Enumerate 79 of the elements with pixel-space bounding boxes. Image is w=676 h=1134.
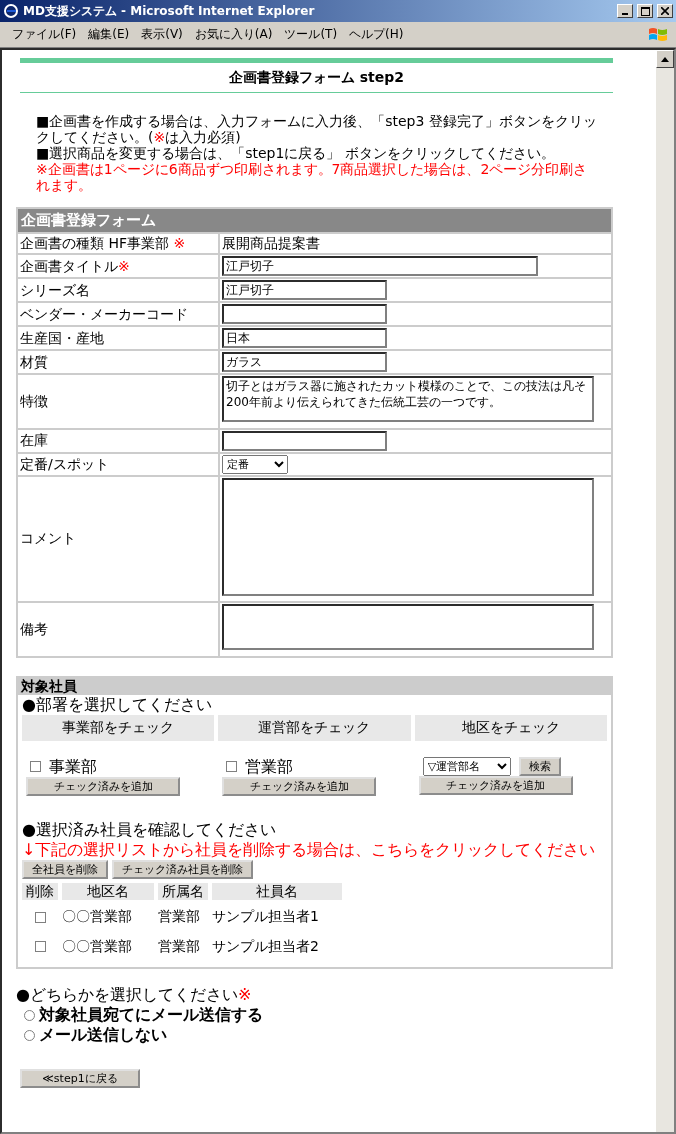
menu-item[interactable]: お気に入り(A) [194, 27, 273, 42]
field-label: 生産国・産地 [20, 329, 104, 346]
add-checked-button[interactable]: チェック済みを追加 [418, 775, 573, 795]
option-label: 営業部 [245, 756, 294, 777]
group-heading: 運営部をチェック [218, 715, 411, 741]
field-label: シリーズ名 [20, 281, 90, 298]
prompt-text: ●選択済み社員を確認してください [21, 819, 277, 840]
text-field[interactable]: 江戸切子 [222, 256, 538, 277]
checkbox[interactable] [34, 911, 46, 923]
text-field[interactable]: 日本 [222, 328, 387, 349]
field-label: ベンダー・メーカーコード [20, 305, 188, 322]
text-area[interactable]: 切子とはガラス器に施されたカット模様のことで、この技法は凡そ200年前より伝えられてきた伝統工芸の一つです。 [222, 376, 594, 423]
search-button[interactable]: 検索 [518, 756, 561, 776]
menu-item[interactable]: 編集(E) [88, 27, 130, 42]
field-label: 特徴 [20, 392, 48, 409]
group-heading: 事業部をチェック [22, 715, 215, 741]
text-area[interactable] [222, 604, 594, 651]
text-field[interactable]: ガラス [222, 352, 387, 373]
column-header: 地区名 [62, 882, 154, 901]
group-heading: 地区をチェック [414, 715, 607, 741]
dropdown[interactable]: ▽運営部名 [422, 756, 511, 776]
table-cell-text: 営業部 [158, 936, 201, 956]
instruction-text: ■企画書を作成する場合は、入力フォームに入力後、「step3 登録完了」ボタンをクリックしてください。(※は入力必須) [36, 112, 598, 145]
table-cell-text: サンプル担当者1 [212, 907, 320, 927]
table-cell-text: 営業部 [158, 907, 201, 927]
prompt-text: ●部署を選択してください [21, 695, 213, 716]
field-value: 展開商品提案書 [222, 234, 320, 251]
checkbox[interactable] [34, 941, 46, 953]
field-label: 備考 [20, 620, 48, 637]
menu-item[interactable]: 表示(V) [141, 27, 183, 42]
table-cell-text: 〇〇営業部 [62, 907, 133, 927]
option-label: 事業部 [49, 756, 97, 777]
close-icon [661, 7, 669, 15]
field-label: 定番/スポット [20, 455, 109, 472]
menu-item[interactable]: ツール(T) [284, 27, 338, 42]
instruction-text: ■選択商品を変更する場合は、「step1に戻る」 ボタンをクリックしてください。 [36, 144, 556, 161]
field-label: 企画書タイトル※ [20, 257, 130, 274]
browser-icon [3, 3, 19, 19]
column-header: 削除 [22, 882, 58, 901]
close-button[interactable] [657, 4, 673, 18]
menu-item[interactable]: ヘルプ(H) [349, 27, 404, 42]
back-button[interactable]: ≪step1に戻る [20, 1069, 140, 1089]
field-label: 在庫 [20, 432, 48, 449]
table-cell-text: サンプル担当者2 [212, 936, 320, 956]
prompt-text: ●どちらかを選択してください※ [16, 985, 253, 1006]
field-label: 企画書の種類 HF事業部 ※ [20, 234, 186, 251]
radio-label: メール送信しない [39, 1025, 167, 1046]
vertical-scrollbar[interactable] [656, 50, 674, 1132]
table-cell-text: 〇〇営業部 [62, 936, 133, 956]
text-area[interactable] [222, 477, 594, 596]
section-header: 企画書登録フォーム [18, 208, 611, 232]
add-checked-button[interactable]: チェック済みを追加 [26, 776, 180, 796]
instruction-text: ※企画書は1ページに6商品ずつ印刷されます。7商品選択した場合は、2ページ分印刷されます。 [36, 160, 589, 193]
add-checked-button[interactable]: チェック済みを追加 [222, 776, 377, 796]
field-label: コメント [20, 530, 76, 547]
column-header: 所属名 [158, 882, 208, 901]
radio-button[interactable] [24, 1009, 35, 1021]
maximize-icon [640, 6, 650, 16]
delete-button[interactable]: 全社員を削除 [22, 859, 108, 879]
menu-item[interactable]: ファイル(F) [12, 27, 77, 42]
page-title: 企画書登録フォーム step2 [20, 58, 613, 93]
up-arrow-icon [661, 56, 669, 62]
checkbox[interactable] [226, 761, 238, 773]
field-label: 材質 [20, 353, 48, 370]
column-header: 社員名 [212, 882, 342, 901]
text-field[interactable] [222, 430, 387, 451]
text-field[interactable] [222, 304, 387, 325]
window-title: MD支援システム - Microsoft Internet Explorer [23, 3, 316, 19]
maximize-button[interactable] [637, 4, 653, 18]
text-field[interactable]: 江戸切子 [222, 280, 387, 301]
delete-hint-text: ↓下記の選択リストから社員を削除する場合は、こちらをクリックしてください [21, 839, 597, 860]
radio-button[interactable] [24, 1029, 35, 1041]
checkbox[interactable] [30, 761, 41, 773]
delete-button[interactable]: チェック済み社員を削除 [112, 859, 253, 879]
minimize-button[interactable] [617, 4, 633, 18]
section-header: 対象社員 [18, 677, 611, 696]
radio-label: 対象社員宛てにメール送信する [39, 1005, 263, 1026]
windows-logo-icon [648, 25, 668, 44]
dropdown[interactable]: 定番 [222, 454, 288, 474]
